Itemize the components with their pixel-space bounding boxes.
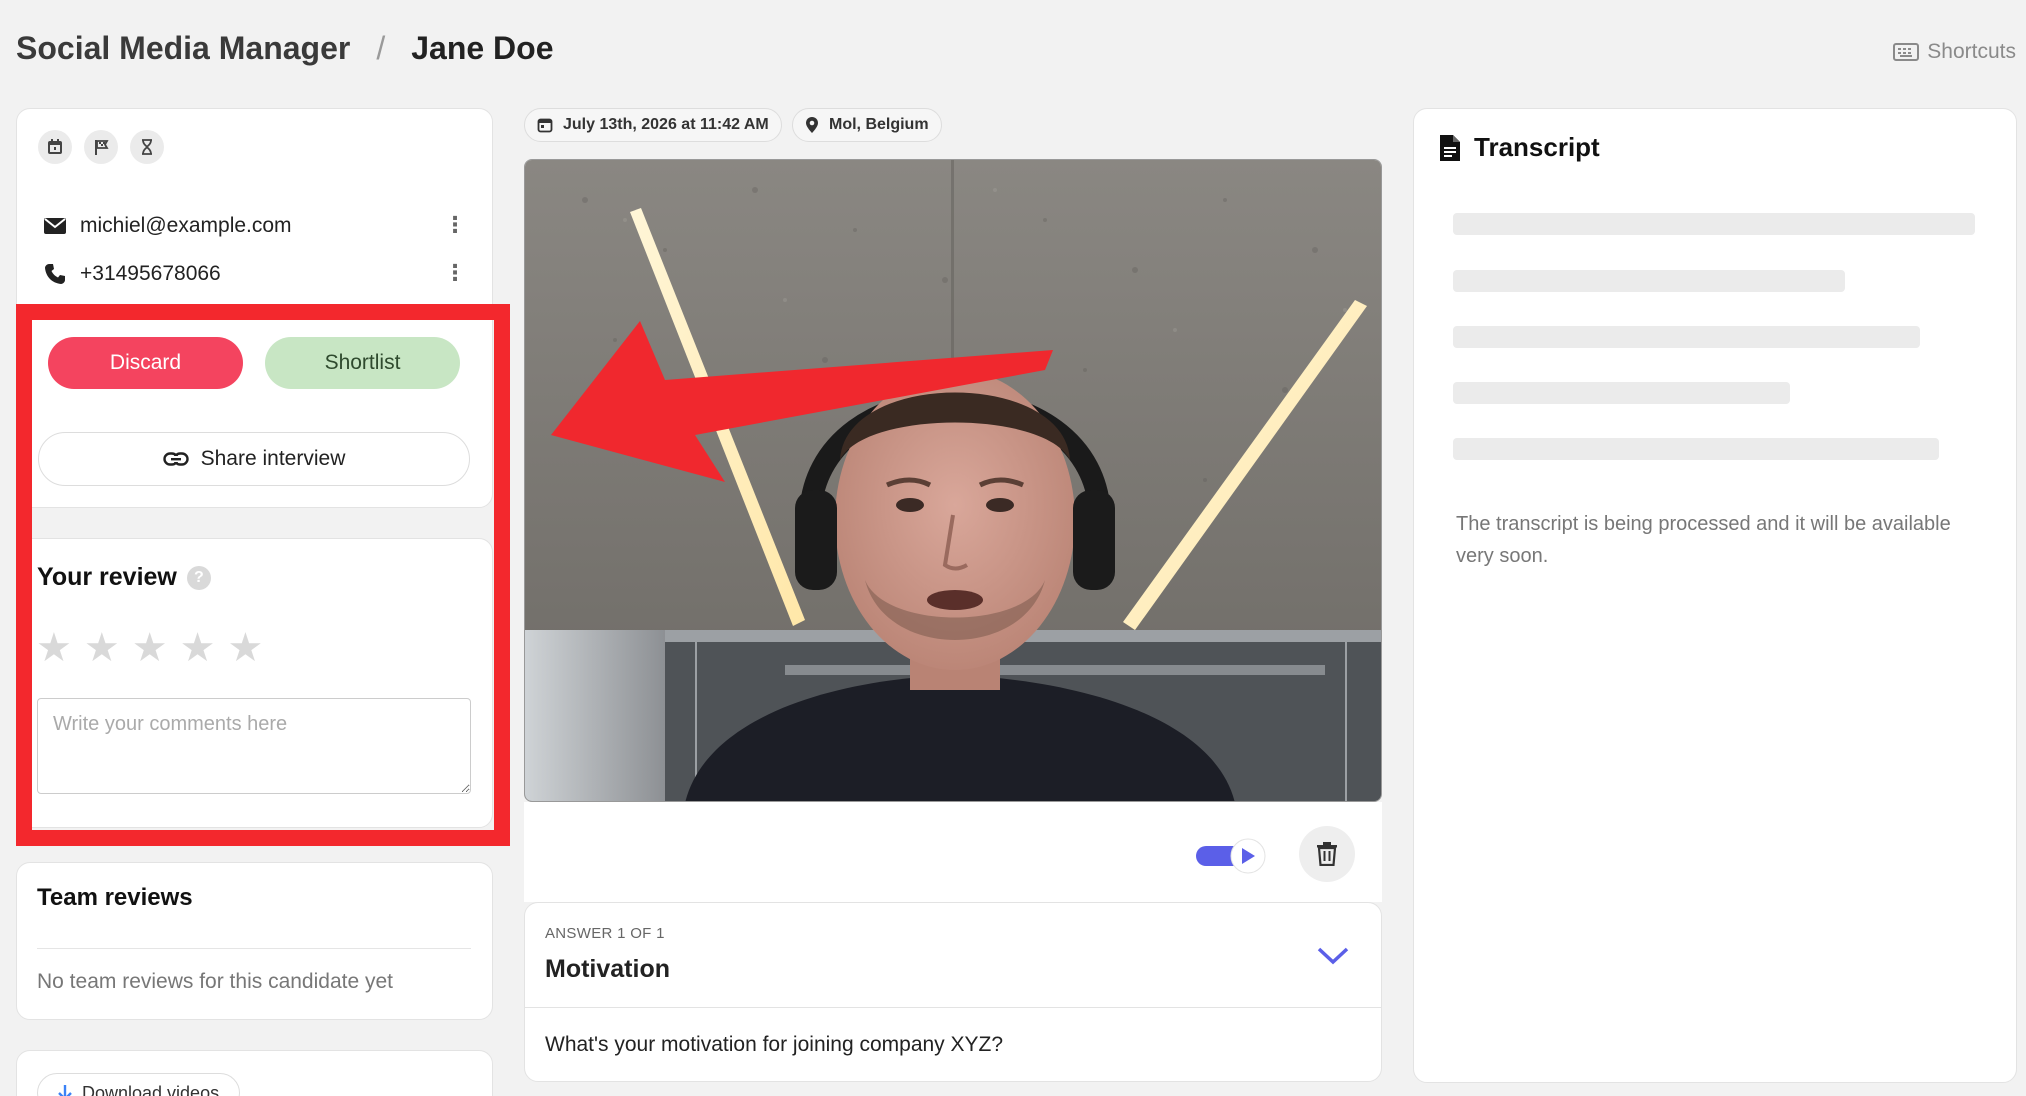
document-icon [1440, 134, 1460, 161]
location-pin-icon [806, 117, 818, 133]
transcript-title: Transcript [1474, 132, 1600, 162]
breadcrumb-separator: / [376, 30, 386, 66]
star-icon-3[interactable]: ★ [132, 628, 168, 668]
breadcrumb: Social Media Manager / Jane Doe [16, 30, 554, 67]
chevron-down-icon[interactable] [1316, 945, 1350, 972]
star-icon-1[interactable]: ★ [36, 628, 72, 668]
flag-icon[interactable] [84, 130, 118, 164]
share-interview-label: Share interview [200, 447, 346, 470]
page-title: Jane Doe [411, 30, 554, 66]
shortcuts-label: Shortcuts [1927, 40, 2016, 63]
email-row: michiel@example.com [44, 214, 292, 238]
trash-icon [1317, 842, 1337, 866]
divider [524, 1007, 1382, 1008]
hourglass-icon[interactable] [130, 130, 164, 164]
skeleton-line [1453, 213, 1975, 235]
email-more-icon[interactable]: ⋮ [444, 212, 466, 238]
answer-title: Motivation [545, 955, 670, 983]
shortlist-button[interactable]: Shortlist [265, 337, 460, 389]
skeleton-line [1453, 382, 1790, 404]
phone-icon [45, 264, 65, 284]
location-chip: Mol, Belgium [792, 108, 942, 142]
star-rating[interactable]: ★ ★ ★ ★ ★ [36, 628, 263, 668]
location-value: Mol, Belgium [829, 116, 929, 133]
download-videos-button[interactable]: Download videos [37, 1073, 241, 1096]
star-icon-2[interactable]: ★ [84, 628, 120, 668]
keyboard-icon [1893, 43, 1920, 61]
divider [37, 948, 471, 949]
phone-value[interactable]: +31495678066 [80, 262, 221, 286]
video-player[interactable] [524, 159, 1382, 802]
answer-question: What's your motivation for joining compa… [545, 1033, 1004, 1056]
skeleton-line [1453, 326, 1920, 348]
email-value[interactable]: michiel@example.com [80, 214, 292, 238]
delete-button[interactable] [1299, 826, 1355, 882]
envelope-icon [44, 218, 66, 234]
review-title: Your review [37, 563, 177, 591]
transcript-card [1413, 108, 2017, 1083]
team-reviews-title: Team reviews [37, 884, 193, 911]
download-videos-label: Download videos [82, 1082, 220, 1096]
discard-button[interactable]: Discard [48, 337, 243, 389]
download-icon [58, 1085, 72, 1096]
team-reviews-empty: No team reviews for this candidate yet [37, 970, 393, 993]
calendar-icon[interactable] [38, 130, 72, 164]
skeleton-line [1453, 438, 1939, 460]
review-comment-input[interactable] [37, 698, 471, 794]
shortcuts-button[interactable]: Shortcuts [1893, 40, 2016, 64]
date-chip: July 13th, 2026 at 11:42 AM [524, 108, 782, 142]
share-interview-button[interactable]: Share interview [38, 432, 470, 486]
link-icon [162, 452, 189, 466]
autoplay-toggle[interactable] [1196, 838, 1268, 874]
calendar-icon [537, 118, 553, 133]
transcript-heading: Transcript [1440, 132, 1600, 163]
answer-kicker: ANSWER 1 OF 1 [545, 925, 665, 942]
phone-row: +31495678066 [44, 262, 221, 286]
date-value: July 13th, 2026 at 11:42 AM [563, 116, 769, 133]
phone-more-icon[interactable]: ⋮ [444, 260, 466, 286]
review-heading: Your review ? [37, 563, 211, 592]
transcript-status: The transcript is being processed and it… [1456, 513, 1951, 567]
help-icon[interactable]: ? [186, 565, 211, 590]
skeleton-line [1453, 270, 1845, 292]
star-icon-4[interactable]: ★ [180, 628, 216, 668]
breadcrumb-parent[interactable]: Social Media Manager [16, 30, 350, 67]
star-icon-5[interactable]: ★ [227, 628, 263, 668]
video-frame [525, 160, 1381, 801]
